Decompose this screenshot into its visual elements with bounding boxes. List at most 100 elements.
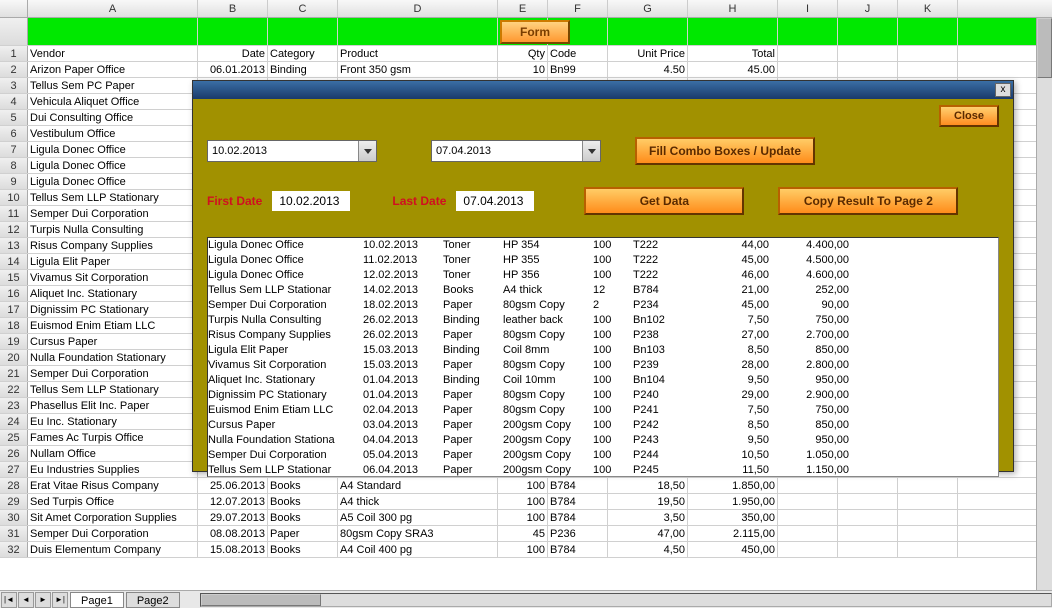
last-date-combo[interactable]: 07.04.2013 (431, 140, 601, 162)
cell-product[interactable]: A4 Standard (338, 478, 498, 493)
list-item[interactable]: Turpis Nulla Consulting26.02.2013Binding… (208, 313, 998, 328)
chevron-down-icon[interactable] (582, 141, 600, 161)
row-number[interactable]: 27 (0, 462, 28, 477)
modal-titlebar[interactable]: x (193, 81, 1013, 99)
header-unit-price[interactable]: Unit Price (608, 46, 688, 61)
col-header[interactable]: H (688, 0, 778, 17)
cell-vendor[interactable]: Ligula Donec Office (28, 142, 198, 157)
list-item[interactable]: Risus Company Supplies26.02.2013Paper80g… (208, 328, 998, 343)
list-item[interactable]: Nulla Foundation Stationa04.04.2013Paper… (208, 433, 998, 448)
cell-vendor[interactable]: Duis Elementum Company (28, 542, 198, 557)
row-number[interactable]: 13 (0, 238, 28, 253)
list-item[interactable]: Tellus Sem LLP Stationar06.04.2013Paper2… (208, 463, 998, 476)
cell-code[interactable]: B784 (548, 542, 608, 557)
list-item[interactable]: Ligula Donec Office12.02.2013TonerHP 356… (208, 268, 998, 283)
cell-vendor[interactable]: Phasellus Elit Inc. Paper (28, 398, 198, 413)
row-number[interactable]: 10 (0, 190, 28, 205)
cell-vendor[interactable]: Tellus Sem LLP Stationary (28, 190, 198, 205)
cell-vendor[interactable]: Nulla Foundation Stationary (28, 350, 198, 365)
cell-vendor[interactable]: Aliquet Inc. Stationary (28, 286, 198, 301)
cell-vendor[interactable]: Risus Company Supplies (28, 238, 198, 253)
cell-unit[interactable]: 4,50 (608, 542, 688, 557)
form-button[interactable]: Form (500, 20, 570, 44)
row-number[interactable]: 30 (0, 510, 28, 525)
select-all-corner[interactable] (0, 0, 28, 17)
row-number[interactable]: 18 (0, 318, 28, 333)
row-number[interactable]: 23 (0, 398, 28, 413)
chevron-down-icon[interactable] (358, 141, 376, 161)
row-number[interactable]: 28 (0, 478, 28, 493)
row-number[interactable]: 12 (0, 222, 28, 237)
cell-product[interactable]: A5 Coil 300 pg (338, 510, 498, 525)
row-number[interactable]: 11 (0, 206, 28, 221)
row-number[interactable]: 25 (0, 430, 28, 445)
header-code[interactable]: Code (548, 46, 608, 61)
cell-date[interactable]: 12.07.2013 (198, 494, 268, 509)
cell-category[interactable]: Books (268, 510, 338, 525)
scrollbar-thumb[interactable] (201, 594, 321, 606)
cell-date[interactable]: 29.07.2013 (198, 510, 268, 525)
cell-unit[interactable]: 47,00 (608, 526, 688, 541)
row-number[interactable]: 4 (0, 94, 28, 109)
header-vendor[interactable]: Vendor (28, 46, 198, 61)
col-header[interactable]: B (198, 0, 268, 17)
cell-code[interactable]: B784 (548, 510, 608, 525)
vertical-scrollbar[interactable] (1036, 18, 1052, 590)
cell-vendor[interactable]: Erat Vitae Risus Company (28, 478, 198, 493)
cell-qty[interactable]: 100 (498, 542, 548, 557)
row-number[interactable]: 32 (0, 542, 28, 557)
row-number[interactable]: 14 (0, 254, 28, 269)
header-date[interactable]: Date (198, 46, 268, 61)
list-item[interactable]: Euismod Enim Etiam LLC02.04.2013Paper80g… (208, 403, 998, 418)
cell-qty[interactable]: 10 (498, 62, 548, 77)
cell-vendor[interactable]: Semper Dui Corporation (28, 526, 198, 541)
cell-total[interactable]: 1.950,00 (688, 494, 778, 509)
header-product[interactable]: Product (338, 46, 498, 61)
row-number[interactable]: 24 (0, 414, 28, 429)
row-number[interactable]: 1 (0, 46, 28, 61)
row-number[interactable]: 17 (0, 302, 28, 317)
cell-category[interactable]: Books (268, 542, 338, 557)
col-header[interactable]: G (608, 0, 688, 17)
cell-vendor[interactable]: Semper Dui Corporation (28, 366, 198, 381)
list-item[interactable]: Semper Dui Corporation05.04.2013Paper200… (208, 448, 998, 463)
list-item[interactable]: Tellus Sem LLP Stationar14.02.2013BooksA… (208, 283, 998, 298)
cell-vendor[interactable]: Euismod Enim Etiam LLC (28, 318, 198, 333)
col-header[interactable]: D (338, 0, 498, 17)
get-data-button[interactable]: Get Data (584, 187, 744, 215)
cell-vendor[interactable]: Semper Dui Corporation (28, 206, 198, 221)
list-item[interactable]: Vivamus Sit Corporation15.03.2013Paper80… (208, 358, 998, 373)
tab-nav-first-icon[interactable]: |◄ (1, 592, 17, 608)
cell-code[interactable]: B784 (548, 478, 608, 493)
header-qty[interactable]: Qty (498, 46, 548, 61)
sheet-tab-page2[interactable]: Page2 (126, 592, 180, 608)
col-header[interactable]: J (838, 0, 898, 17)
cell-date[interactable]: 25.06.2013 (198, 478, 268, 493)
row-number[interactable]: 19 (0, 334, 28, 349)
row-number[interactable]: 29 (0, 494, 28, 509)
cell-vendor[interactable]: Tellus Sem PC Paper (28, 78, 198, 93)
results-listbox[interactable]: Ligula Donec Office10.02.2013TonerHP 354… (207, 237, 999, 477)
cell-vendor[interactable]: Fames Ac Turpis Office (28, 430, 198, 445)
close-icon[interactable]: x (995, 83, 1011, 97)
cell-product[interactable]: Front 350 gsm (338, 62, 498, 77)
cell-vendor[interactable]: Dui Consulting Office (28, 110, 198, 125)
cell-vendor[interactable]: Ligula Elit Paper (28, 254, 198, 269)
row-number[interactable]: 15 (0, 270, 28, 285)
cell-unit[interactable]: 4.50 (608, 62, 688, 77)
cell-code[interactable]: Bn99 (548, 62, 608, 77)
list-item[interactable]: Ligula Elit Paper15.03.2013BindingCoil 8… (208, 343, 998, 358)
list-item[interactable]: Cursus Paper03.04.2013Paper200gsm Copy10… (208, 418, 998, 433)
row-number[interactable]: 9 (0, 174, 28, 189)
cell-vendor[interactable]: Ligula Donec Office (28, 158, 198, 173)
cell-vendor[interactable]: Sit Amet Corporation Supplies (28, 510, 198, 525)
col-header[interactable]: F (548, 0, 608, 17)
cell-category[interactable]: Books (268, 478, 338, 493)
cell-category[interactable]: Paper (268, 526, 338, 541)
cell-vendor[interactable]: Nullam Office (28, 446, 198, 461)
cell-code[interactable]: P236 (548, 526, 608, 541)
horizontal-scrollbar[interactable] (200, 593, 1052, 607)
tab-nav-last-icon[interactable]: ►| (52, 592, 68, 608)
cell-qty[interactable]: 45 (498, 526, 548, 541)
list-item[interactable]: Ligula Donec Office10.02.2013TonerHP 354… (208, 238, 998, 253)
